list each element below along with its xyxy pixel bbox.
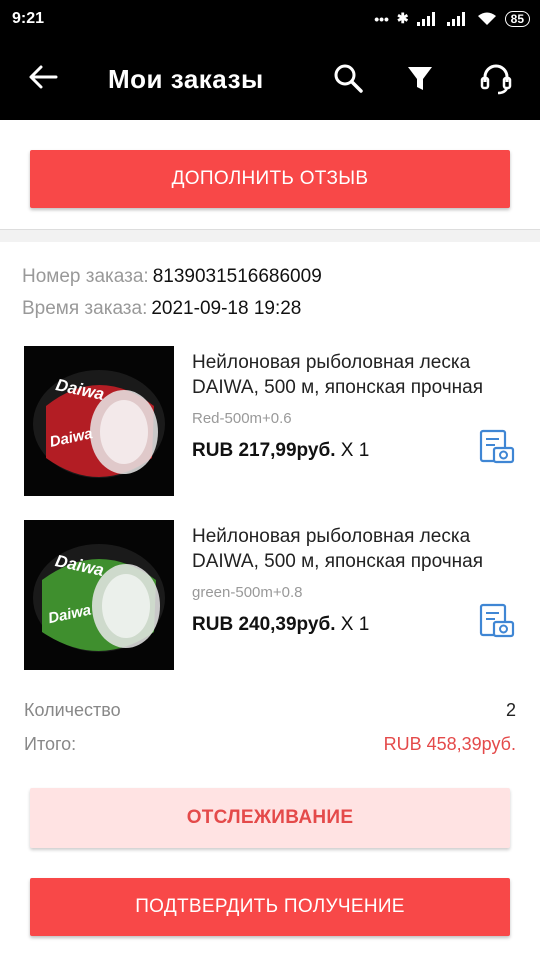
product-quantity: X 1 <box>340 440 370 461</box>
order-item[interactable]: Daiwa Daiwa Нейлоновая рыболовная леска … <box>24 346 524 498</box>
signal-icon <box>416 11 435 26</box>
total-row: Итого: RUB 458,39руб. <box>24 734 516 755</box>
search-icon[interactable] <box>330 60 366 96</box>
photo-review-icon[interactable] <box>478 602 516 640</box>
back-arrow-icon[interactable] <box>26 60 60 94</box>
headset-support-icon[interactable] <box>478 60 514 96</box>
quantity-label: Количество <box>24 700 121 720</box>
order-number-label: Номер заказа: <box>22 266 149 287</box>
wifi-icon <box>477 12 496 25</box>
quantity-value: 2 <box>505 700 516 720</box>
status-icons: ••• ✱ 85 <box>374 10 530 27</box>
product-name-line2: DAIWA, 500 м, японская прочная <box>192 377 483 398</box>
signal-icon-2 <box>446 11 465 26</box>
product-variant: Red-500m+0.6 <box>192 410 292 427</box>
product-price: RUB 217,99руб. <box>192 440 336 461</box>
product-name-line1: Нейлоновая рыболовная леска <box>192 526 471 547</box>
order-time-label: Время заказа: <box>22 298 148 319</box>
product-name[interactable]: Нейлоновая рыболовная леска DAIWA, 500 м… <box>192 524 512 574</box>
order-number-value: 8139031516686009 <box>152 266 322 287</box>
supplement-review-button[interactable]: ДОПОЛНИТЬ ОТЗЫВ <box>30 150 510 208</box>
bluetooth-icon: ✱ <box>396 10 409 26</box>
product-image[interactable]: Daiwa Daiwa <box>24 520 174 670</box>
product-name[interactable]: Нейлоновая рыболовная леска DAIWA, 500 м… <box>192 350 512 400</box>
product-name-line2: DAIWA, 500 м, японская прочная <box>192 551 483 572</box>
product-price-qty: RUB 217,99руб. X 1 <box>192 440 369 462</box>
photo-review-icon[interactable] <box>478 428 516 466</box>
order-number: Номер заказа: 8139031516686009 <box>22 266 322 288</box>
product-price-qty: RUB 240,39руб. X 1 <box>192 614 369 636</box>
order-item[interactable]: Daiwa Daiwa Нейлоновая рыболовная леска … <box>24 520 524 672</box>
more-dots-icon: ••• <box>374 10 389 27</box>
product-quantity: X 1 <box>340 614 370 635</box>
product-name-line1: Нейлоновая рыболовная леска <box>192 352 471 373</box>
order-card: Номер заказа: 8139031516686009 Время зака… <box>0 242 540 960</box>
total-label: Итого: <box>24 734 77 754</box>
battery-indicator: 85 <box>504 10 530 27</box>
product-price: RUB 240,39руб. <box>192 614 336 635</box>
page-title: Мои заказы <box>108 64 264 94</box>
status-bar: 9:21 ••• ✱ 85 <box>0 0 540 38</box>
tracking-button[interactable]: ОТСЛЕЖИВАНИЕ <box>30 788 510 848</box>
order-time-value: 2021-09-18 19:28 <box>151 298 302 319</box>
status-time: 9:21 <box>12 10 45 27</box>
order-time: Время заказа: 2021-09-18 19:28 <box>22 298 301 320</box>
previous-order-card: ДОПОЛНИТЬ ОТЗЫВ <box>0 120 540 230</box>
app-bar: Мои заказы <box>0 38 540 120</box>
confirm-receipt-button[interactable]: ПОДТВЕРДИТЬ ПОЛУЧЕНИЕ <box>30 878 510 936</box>
fishing-line-spool-image: Daiwa Daiwa <box>33 370 165 478</box>
product-variant: green-500m+0.8 <box>192 584 303 601</box>
total-value: RUB 458,39руб. <box>383 734 516 754</box>
product-image[interactable]: Daiwa Daiwa <box>24 346 174 496</box>
fishing-line-spool-image: Daiwa Daiwa <box>33 544 165 652</box>
filter-icon[interactable] <box>402 60 438 96</box>
quantity-row: Количество 2 <box>24 700 516 721</box>
